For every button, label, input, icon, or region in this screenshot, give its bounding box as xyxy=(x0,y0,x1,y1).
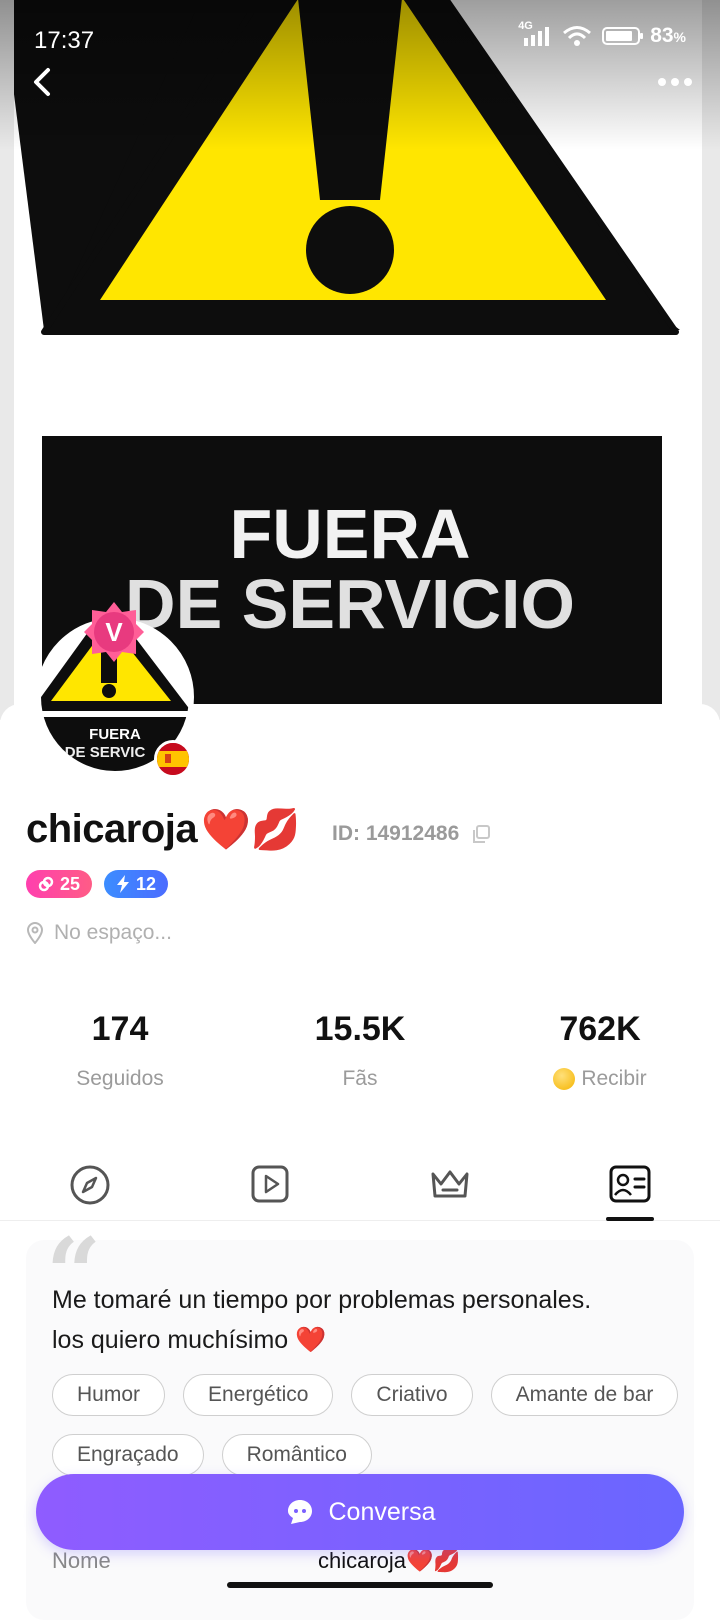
avatar-sign-line2: DE SERVIC xyxy=(65,744,146,761)
chat-bubble-icon xyxy=(287,1500,312,1524)
interest-tags: Humor Energético Criativo Amante de bar … xyxy=(52,1374,692,1476)
signal-icon: 4G xyxy=(518,20,552,46)
level-badge: 25 xyxy=(26,870,93,898)
crown-icon xyxy=(431,1170,469,1198)
status-bar: 17:37 4G 83% xyxy=(0,0,720,80)
username-emojis: ❤️💋 xyxy=(201,808,300,852)
stat-following[interactable]: 174 Seguidos xyxy=(0,1010,240,1091)
vip-badge-icon: V xyxy=(84,602,144,662)
battery-level: 83% xyxy=(650,24,686,47)
back-button[interactable] xyxy=(24,62,64,102)
compass-icon xyxy=(70,1165,110,1205)
spain-flag-icon xyxy=(154,740,192,778)
user-id-text: ID: 14912486 xyxy=(332,822,460,845)
profile-tabs xyxy=(0,1164,720,1221)
info-value: chicaroja❤️💋 xyxy=(318,1548,461,1573)
tag-item: Amante de bar xyxy=(490,1374,679,1416)
user-id[interactable]: ID: 14912486 xyxy=(332,822,491,846)
home-indicator[interactable] xyxy=(227,1582,493,1588)
link-icon xyxy=(38,876,54,892)
profile-card-icon xyxy=(609,1165,651,1203)
location-text: No espaço... xyxy=(54,921,172,944)
bio-text: Me tomaré un tiempo por problemas person… xyxy=(52,1286,592,1354)
tab-explore[interactable] xyxy=(0,1164,180,1220)
more-options-button[interactable] xyxy=(650,62,700,102)
tag-item: Romântico xyxy=(221,1434,372,1476)
coin-icon xyxy=(553,1068,576,1090)
lightning-icon xyxy=(117,875,130,893)
vip-letter: V xyxy=(105,617,123,647)
stat-received[interactable]: 762K Recibir xyxy=(480,1010,720,1091)
wifi-icon xyxy=(563,26,592,46)
level-badges: 25 12 xyxy=(26,870,169,898)
tab-profile-info[interactable] xyxy=(540,1164,720,1220)
battery-icon xyxy=(602,27,644,45)
tag-item: Humor xyxy=(52,1374,166,1416)
status-icons: 4G 83% xyxy=(518,20,686,48)
tab-vip[interactable] xyxy=(360,1164,540,1220)
status-time: 17:37 xyxy=(34,27,95,54)
location: No espaço... xyxy=(26,921,172,945)
avatar-sign-line1: FUERA xyxy=(89,726,141,743)
tag-item: Engraçado xyxy=(52,1434,204,1476)
network-label: 4G xyxy=(518,20,533,32)
username-text: chicaroja xyxy=(26,807,198,851)
more-dots-icon xyxy=(658,78,692,86)
tag-item: Energético xyxy=(183,1374,334,1416)
video-icon xyxy=(251,1165,289,1203)
energy-badge: 12 xyxy=(104,870,169,898)
tag-item: Criativo xyxy=(351,1374,473,1416)
location-pin-icon xyxy=(26,922,44,944)
sign-text-line1: FUERA xyxy=(229,495,470,573)
info-label: Nome xyxy=(52,1548,111,1573)
sign-text-line2: DE SERVICIO xyxy=(125,565,575,643)
stat-fans[interactable]: 15.5K Fãs xyxy=(240,1010,480,1091)
copy-icon[interactable] xyxy=(471,824,491,844)
chevron-left-icon xyxy=(34,68,50,96)
info-row-name: Nome chicaroja❤️💋 xyxy=(52,1548,692,1574)
chat-button[interactable]: Conversa xyxy=(36,1474,684,1550)
username: chicaroja ❤️💋 xyxy=(26,806,300,853)
chat-button-label: Conversa xyxy=(328,1497,436,1526)
tab-videos[interactable] xyxy=(180,1164,360,1220)
profile-stats: 174 Seguidos 15.5K Fãs 762K Recibir xyxy=(0,1010,720,1091)
